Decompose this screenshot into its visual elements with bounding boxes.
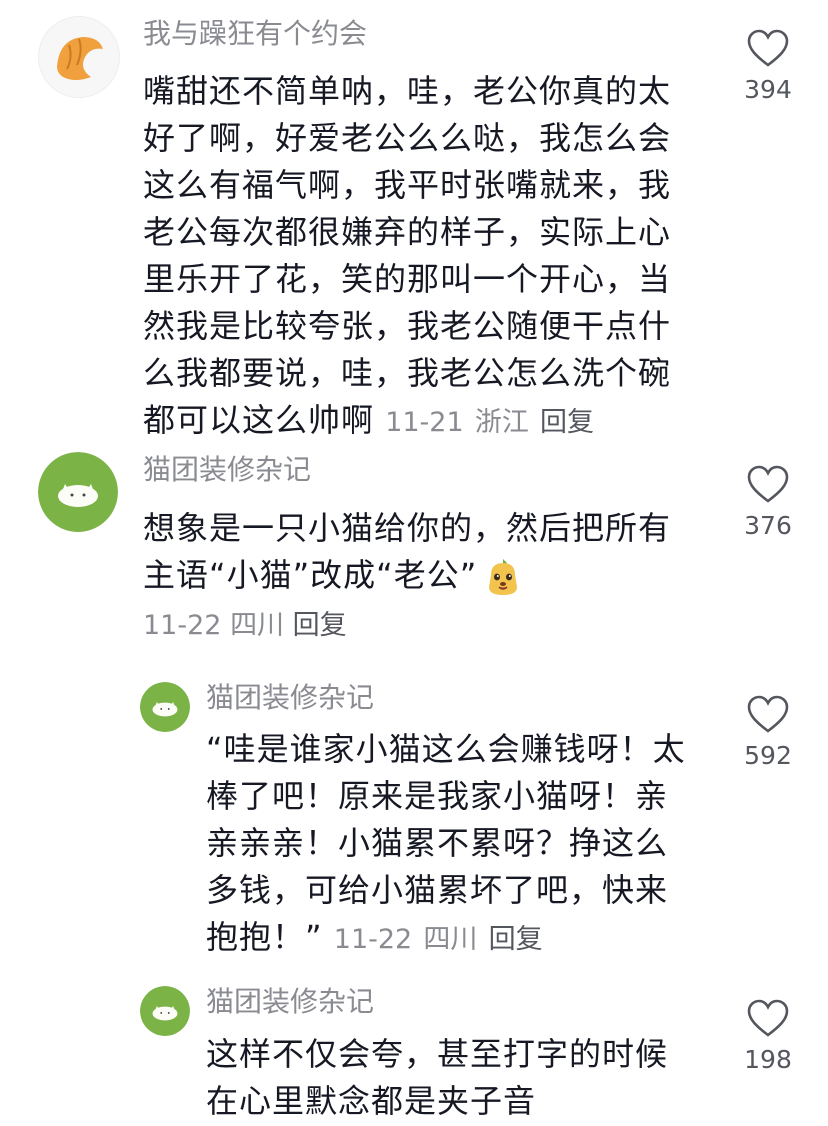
like-count: 376: [744, 511, 792, 540]
reply-button[interactable]: 回复: [293, 610, 347, 641]
reply-button[interactable]: 回复: [489, 924, 543, 955]
heart-icon: [747, 29, 789, 67]
cat-avatar-icon: [140, 682, 190, 732]
comment-text: 嘴甜还不简单呐，哇，老公你真的太好了啊，好爱老公么么哒，我怎么会这么有福气啊，我…: [143, 68, 703, 446]
user-avatar[interactable]: [140, 682, 190, 732]
like-count: 394: [744, 75, 792, 104]
comment-text: “哇是谁家小猫这么会赚钱呀！太棒了吧！原来是我家小猫呀！亲亲亲亲！小猫累不累呀？…: [206, 726, 696, 963]
comment-date: 11-22: [333, 924, 413, 955]
comment-location: 四川: [230, 610, 285, 641]
comment-location: 浙江: [474, 407, 529, 438]
reply-button[interactable]: 回复: [540, 407, 594, 438]
comment-username[interactable]: 猫团装修杂记: [206, 680, 374, 716]
like-count: 198: [744, 1045, 792, 1074]
comment-text: 这样不仅会夸，甚至打字的时候在心里默念都是夹子音: [206, 1031, 696, 1125]
heart-icon: [747, 465, 789, 503]
cat-avatar-icon: [140, 986, 190, 1036]
croissant-icon: [39, 17, 119, 97]
comment-username[interactable]: 我与躁狂有个约会: [143, 16, 367, 52]
user-avatar[interactable]: [38, 16, 120, 98]
comment-body: 这样不仅会夸，甚至打字的时候在心里默念都是夹子音: [206, 1035, 669, 1120]
dog-emoji-icon: [483, 557, 523, 597]
comment-meta: 11-22 四川 回复: [143, 608, 347, 644]
comment-text: 想象是一只小猫给你的，然后把所有主语“小猫”改成“老公”: [143, 505, 703, 599]
heart-icon: [747, 695, 789, 733]
comment-body: “哇是谁家小猫这么会赚钱呀！太棒了吧！原来是我家小猫呀！亲亲亲亲！小猫累不累呀？…: [206, 730, 686, 956]
user-avatar[interactable]: [140, 986, 190, 1036]
comment-body: 想象是一只小猫给你的，然后把所有主语“小猫”改成“老公”: [143, 509, 672, 594]
like-button[interactable]: 198: [738, 998, 798, 1074]
like-count: 592: [744, 741, 792, 770]
comment-location: 四川: [423, 924, 478, 955]
cat-avatar-icon: [38, 452, 118, 532]
comment-date: 11-22: [143, 610, 222, 641]
comment-username[interactable]: 猫团装修杂记: [206, 984, 374, 1020]
comment-body: 嘴甜还不简单呐，哇，老公你真的太好了啊，好爱老公么么哒，我怎么会这么有福气啊，我…: [143, 72, 672, 439]
heart-icon: [747, 999, 789, 1037]
like-button[interactable]: 394: [738, 28, 798, 104]
comment-date: 11-21: [385, 407, 464, 438]
like-button[interactable]: 376: [738, 464, 798, 540]
comment-username[interactable]: 猫团装修杂记: [143, 452, 311, 488]
like-button[interactable]: 592: [738, 694, 798, 770]
user-avatar[interactable]: [38, 452, 118, 532]
